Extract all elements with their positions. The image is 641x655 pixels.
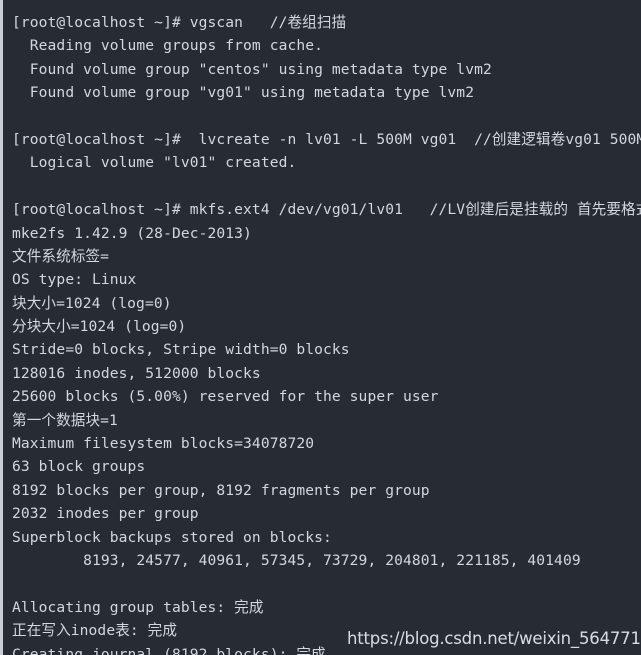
terminal-line: [root@localhost ~]# vgscan //卷组扫描 xyxy=(12,14,347,31)
terminal-line: Stride=0 blocks, Stripe width=0 blocks xyxy=(12,341,350,359)
terminal-line: 63 block groups xyxy=(12,458,146,476)
terminal-line: 块大小=1024 (log=0) xyxy=(12,294,172,312)
terminal-line: [root@localhost ~]# lvcreate -n lv01 -L … xyxy=(12,130,641,148)
terminal-line: Found volume group "centos" using metada… xyxy=(12,60,492,78)
terminal-line: OS type: Linux xyxy=(12,271,137,289)
terminal-line: 8193, 24577, 40961, 57345, 73729, 204801… xyxy=(12,551,581,569)
terminal-line: 8192 blocks per group, 8192 fragments pe… xyxy=(12,481,430,499)
terminal-output: [root@localhost ~]# vgscan //卷组扫描 Readin… xyxy=(3,0,641,655)
terminal-line: Superblock backups stored on blocks: xyxy=(12,528,332,546)
terminal-line: 正在写入inode表: 完成 xyxy=(12,622,178,640)
terminal-line: Creating journal (8192 blocks): 完成 xyxy=(12,645,326,655)
terminal-line: Logical volume "lv01" created. xyxy=(12,154,297,172)
terminal-line: [root@localhost ~]# mkfs.ext4 /dev/vg01/… xyxy=(12,201,641,219)
terminal-window[interactable]: [root@localhost ~]# vgscan //卷组扫描 Readin… xyxy=(0,0,641,655)
terminal-line: 第一个数据块=1 xyxy=(12,411,118,429)
terminal-line: 文件系统标签= xyxy=(12,247,110,265)
terminal-line: Found volume group "vg01" using metadata… xyxy=(12,84,475,102)
terminal-line: Reading volume groups from cache. xyxy=(12,37,324,55)
terminal-line: 128016 inodes, 512000 blocks xyxy=(12,364,261,382)
terminal-line: 分块大小=1024 (log=0) xyxy=(12,318,187,336)
terminal-line: mke2fs 1.42.9 (28-Dec-2013) xyxy=(12,224,252,242)
terminal-line: Maximum filesystem blocks=34078720 xyxy=(12,435,315,453)
terminal-line: 2032 inodes per group xyxy=(12,505,199,523)
terminal-line: 25600 blocks (5.00%) reserved for the su… xyxy=(12,388,439,406)
terminal-line: Allocating group tables: 完成 xyxy=(12,598,264,616)
